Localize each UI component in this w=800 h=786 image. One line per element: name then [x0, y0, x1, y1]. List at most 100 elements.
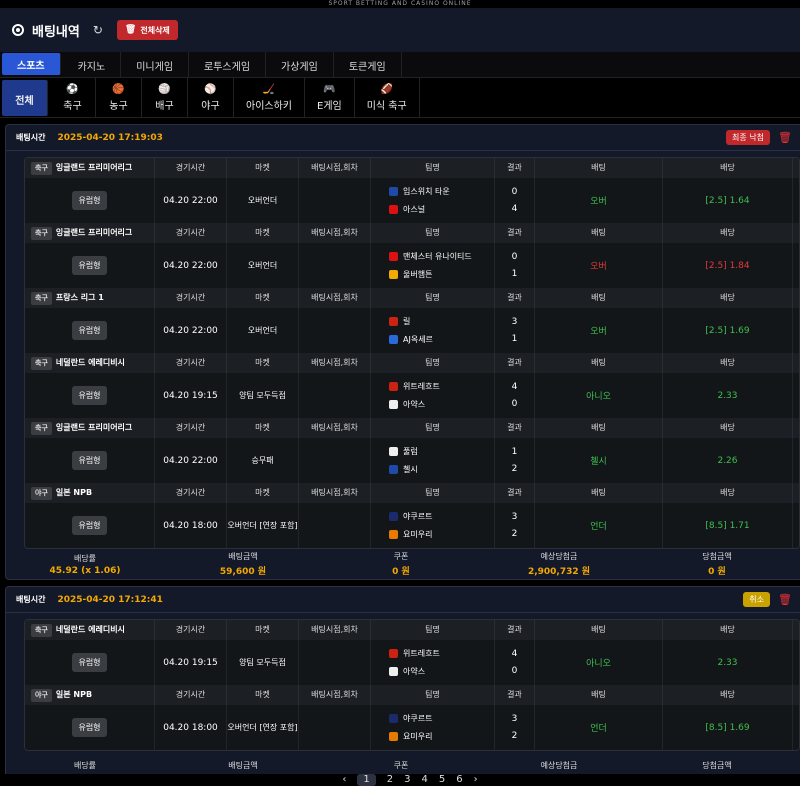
score: 0 [511, 399, 518, 409]
teams-cell: 입스위치 타운 아스널 [371, 178, 495, 223]
tab-6[interactable]: 토큰게임 [334, 52, 402, 78]
col-header-point: 배팅시점,회차 [299, 353, 371, 373]
sport-tag: 야구 [31, 688, 52, 702]
table-row: 유럽형 04.20 19:15 양팀 모두득점 위트레흐트 아약스 4 0 아니오 2.33 [25, 640, 799, 685]
team: 야쿠르트 [389, 511, 432, 522]
result-cell: 당첨 [793, 418, 799, 438]
scores-cell: 40 [495, 373, 535, 418]
col-header-odds: 배당 [663, 158, 793, 178]
team: AJ옥세르 [389, 334, 433, 345]
tab-4[interactable]: 로투스게임 [189, 52, 267, 78]
type-cell: 유럽형 [25, 373, 155, 418]
summary-label: 당첨금액 [702, 552, 732, 561]
page-0[interactable]: ‹ [342, 774, 346, 786]
result-cell: 당첨 [793, 158, 799, 178]
page-7[interactable]: › [474, 774, 478, 786]
empty-cell [793, 243, 799, 288]
col-header-time: 경기시간 [155, 288, 227, 308]
type-cell: 유럽형 [25, 705, 155, 750]
bet-time-label: 배팅시간 [16, 595, 46, 604]
result-cell: 당첨 [793, 685, 799, 705]
sport-tab-2[interactable]: ⚽ 축구 [50, 78, 96, 118]
bet-point [299, 243, 371, 288]
game-time: 04.20 22:00 [155, 438, 227, 483]
odds-value: 2.33 [663, 373, 793, 418]
result-cell: 당첨 [793, 483, 799, 503]
col-header-point: 배팅시점,회차 [299, 685, 371, 705]
tab-2[interactable]: 카지노 [63, 52, 122, 78]
team-logo-icon [389, 465, 398, 474]
team-logo-icon [389, 714, 398, 723]
table-row: 유럽형 04.20 19:15 양팀 모두득점 위트레흐트 아약스 4 0 아니오 2.33 [25, 373, 799, 418]
type-tag: 유럽형 [72, 386, 107, 405]
team-name: 야쿠르트 [403, 714, 433, 723]
summary-label: 배팅금액 [228, 760, 258, 770]
tab-3[interactable]: 미니게임 [121, 52, 190, 78]
col-header-market: 마켓 [227, 288, 299, 308]
sport-tab-8[interactable]: 🏈 미식 축구 [355, 78, 420, 118]
bet-pick: 아니오 [535, 373, 663, 418]
league-name: 잉글랜드 프리미어리그 [55, 228, 133, 237]
teams-cell: 맨체스터 유나이티드 울버햄튼 [371, 243, 495, 288]
delete-all-button[interactable]: 🗑 전체삭제 [116, 20, 178, 40]
sport-tab-5[interactable]: ⚾ 야구 [188, 78, 234, 118]
sport-tab-4[interactable]: 🏐 배구 [142, 78, 188, 118]
page-4[interactable]: 4 [422, 774, 428, 786]
sport-tab-7[interactable]: 🎮 E게임 [305, 78, 355, 118]
tab-1[interactable]: 스포츠 [2, 53, 61, 75]
col-header-odds: 배당 [663, 620, 793, 640]
sport-tag: 축구 [31, 226, 52, 240]
result-cell: 당첨 [793, 288, 799, 308]
sport-icon: ⚾ [204, 84, 217, 95]
team-name: 위트레흐트 [403, 649, 440, 658]
page-1[interactable]: 1 [357, 774, 376, 786]
league-name: 프랑스 리그 1 [55, 293, 104, 302]
bet-pick: 오버 [535, 178, 663, 223]
team-name: 요미우리 [403, 530, 433, 539]
score: 4 [511, 204, 518, 214]
odds-value: [2.5] 1.84 [663, 243, 793, 288]
delete-bet-icon[interactable]: 🗑 [778, 131, 792, 144]
sport-tab-1[interactable]: 전체 [2, 80, 48, 116]
team-logo-icon [389, 205, 398, 214]
sport-icon: 🏒 [262, 84, 276, 95]
col-header-result: 결과 [495, 418, 535, 438]
col-header-odds: 배당 [663, 353, 793, 373]
target-icon [12, 24, 24, 36]
col-header-time: 경기시간 [155, 685, 227, 705]
team: 요미우리 [389, 731, 432, 742]
sport-tab-6[interactable]: 🏒 아이스하키 [234, 78, 305, 118]
team-logo-icon [389, 400, 398, 409]
team-name: 풀럼 [403, 447, 418, 456]
game-time: 04.20 18:00 [155, 503, 227, 548]
col-header-result: 결과 [495, 685, 535, 705]
game-time: 04.20 18:00 [155, 705, 227, 750]
sport-tag: 야구 [31, 486, 52, 500]
col-header-bet: 배팅 [535, 223, 663, 243]
sport-tab-label: 축구 [63, 101, 82, 112]
table-header-row: 축구잉글랜드 프리미어리그경기시간마켓배팅시점,회차팀명결과배팅배당낙첨 [25, 223, 799, 243]
delete-bet-icon[interactable]: 🗑 [778, 593, 792, 606]
status-badge: 취소 [743, 592, 770, 607]
sport-tab-label: 배구 [155, 101, 174, 112]
odds-value: 2.33 [663, 640, 793, 685]
market: 양팀 모두득점 [227, 640, 299, 685]
col-header-bet: 배팅 [535, 418, 663, 438]
page-5[interactable]: 5 [439, 774, 445, 786]
col-header-market: 마켓 [227, 483, 299, 503]
teams-cell: 야쿠르트요미우리 [371, 503, 495, 548]
empty-cell [793, 438, 799, 483]
score: 2 [511, 731, 518, 741]
refresh-icon[interactable]: ↻ [93, 23, 103, 37]
summary-item: 예상당첨금 2,900,732 원 [480, 551, 638, 577]
page-2[interactable]: 2 [387, 774, 393, 786]
team-name: 울버햄튼 [403, 270, 433, 279]
page-3[interactable]: 3 [404, 774, 410, 786]
tab-5[interactable]: 가상게임 [266, 52, 334, 78]
bet-card-header: 배팅시간 2025-04-20 17:12:41 취소 🗑 [6, 587, 800, 613]
summary-item: 배당률 45.92 (x 1.06) [6, 553, 164, 576]
team-name: 입스위치 타운 [403, 187, 450, 196]
sport-tab-3[interactable]: 🏀 농구 [96, 78, 142, 118]
col-header-market: 마켓 [227, 223, 299, 243]
page-6[interactable]: 6 [456, 774, 462, 786]
